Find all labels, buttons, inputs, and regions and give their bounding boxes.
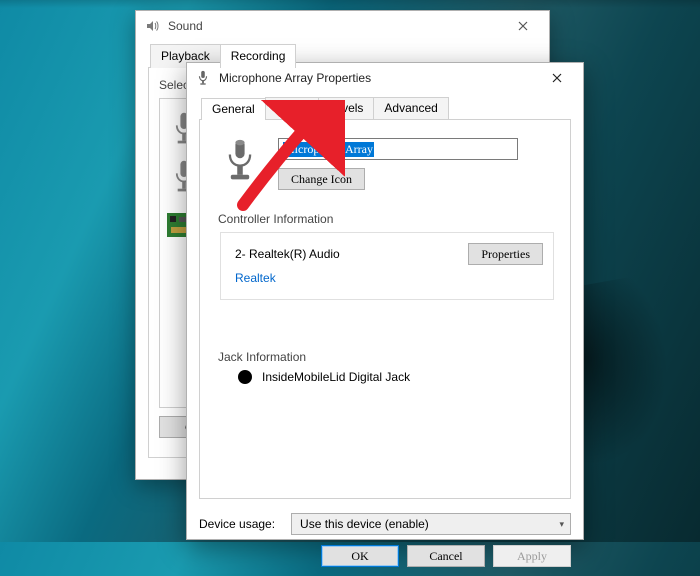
jack-name: InsideMobileLid Digital Jack — [262, 370, 410, 384]
tab-levels[interactable]: Levels — [318, 97, 375, 119]
tab-recording[interactable]: Recording — [220, 44, 297, 68]
controller-properties-button[interactable]: Properties — [468, 243, 543, 265]
device-name-input[interactable]: Microphone Array — [278, 138, 518, 160]
tab-advanced[interactable]: Advanced — [373, 97, 448, 119]
ok-button[interactable]: OK — [321, 545, 399, 567]
device-usage-label: Device usage: — [199, 517, 275, 531]
apply-button: Apply — [493, 545, 571, 567]
controller-vendor-link[interactable]: Realtek — [235, 271, 543, 285]
speaker-icon — [144, 18, 160, 34]
device-name-text: Microphone Array — [283, 142, 374, 157]
controller-info-label: Controller Information — [218, 212, 554, 226]
controller-info-group: 2- Realtek(R) Audio Properties Realtek — [220, 232, 554, 300]
controller-name: 2- Realtek(R) Audio — [235, 247, 340, 261]
jack-color-dot-icon — [238, 370, 252, 384]
sound-close-button[interactable] — [503, 13, 543, 39]
properties-title: Microphone Array Properties — [219, 71, 537, 85]
jack-info-label: Jack Information — [218, 350, 554, 364]
sound-title: Sound — [168, 19, 503, 33]
cancel-button[interactable]: Cancel — [407, 545, 485, 567]
sound-titlebar[interactable]: Sound — [136, 11, 549, 41]
change-icon-button[interactable]: Change Icon — [278, 168, 365, 190]
properties-footer: OK Cancel Apply — [187, 535, 583, 576]
microphone-icon — [195, 70, 211, 86]
device-usage-value: Use this device (enable) — [300, 517, 429, 531]
properties-close-button[interactable] — [537, 65, 577, 91]
tab-panel-general: Microphone Array Change Icon Controller … — [199, 119, 571, 499]
tab-listen[interactable]: Listen — [265, 97, 319, 119]
tab-general[interactable]: General — [201, 98, 266, 120]
microphone-properties-window: Microphone Array Properties General List… — [186, 62, 584, 540]
properties-tabs: General Listen Levels Advanced — [199, 97, 571, 119]
device-usage-select[interactable]: Use this device (enable) ▾ — [291, 513, 571, 535]
jack-info-row: InsideMobileLid Digital Jack — [238, 370, 554, 384]
device-large-icon — [220, 138, 260, 184]
chevron-down-icon: ▾ — [559, 519, 564, 530]
